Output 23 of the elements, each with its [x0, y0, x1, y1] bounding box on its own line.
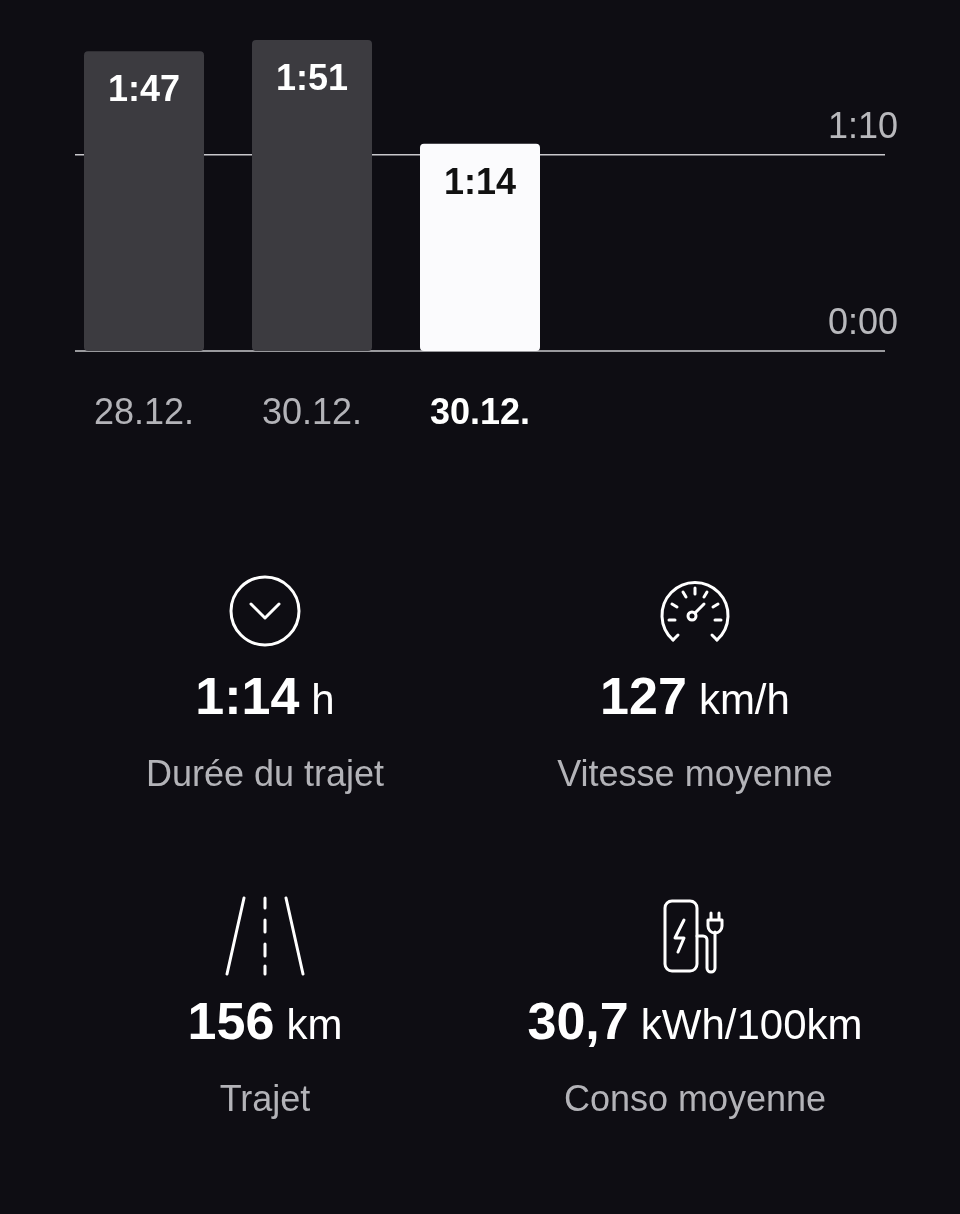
stat-value: 30,7: [527, 992, 629, 1050]
stat-unit: h: [311, 676, 335, 723]
axis-label: 1:10: [827, 104, 898, 146]
stat-value: 156: [187, 992, 275, 1050]
bar-value-label: 1:47: [107, 68, 181, 110]
bar-value-label: 1:14: [443, 160, 517, 202]
stat-label: Vitesse moyenne: [557, 753, 833, 795]
axis-label: 0:00: [827, 301, 898, 342]
stat-label: Trajet: [219, 1078, 311, 1120]
road-icon: [224, 896, 306, 976]
stat-unit: km: [286, 1001, 343, 1048]
bar-value-label: 1:51: [275, 57, 349, 98]
stat-unit: km/h: [698, 676, 790, 723]
stat-value: 127: [600, 667, 687, 725]
bar[interactable]: [420, 143, 540, 351]
stat-unit: kWh/100km: [640, 1001, 863, 1048]
date-label: 30.12.: [429, 391, 531, 432]
stat-value: 1:14: [195, 667, 300, 725]
date-label: 28.12.: [93, 391, 195, 432]
date-label: 30.12.: [261, 391, 363, 432]
chevron-circle-icon: [228, 574, 302, 648]
stat-label: Durée du trajet: [145, 753, 385, 795]
stat-label: Conso moyenne: [563, 1078, 827, 1120]
